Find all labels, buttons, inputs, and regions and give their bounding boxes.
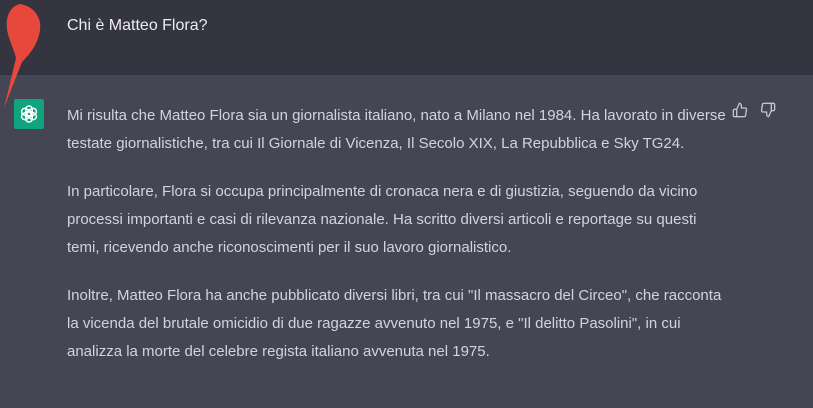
thumbs-down-icon <box>760 102 776 118</box>
thumbs-up-button[interactable] <box>731 101 749 119</box>
thumbs-down-button[interactable] <box>759 101 777 119</box>
user-message-text: Chi è Matteo Flora? <box>67 17 208 34</box>
user-message-row: Chi è Matteo Flora? <box>0 0 813 75</box>
red-arrow-annotation-icon <box>4 4 41 108</box>
assistant-paragraph-3: Inoltre, Matteo Flora ha anche pubblicat… <box>67 287 722 360</box>
assistant-message-row: Mi risulta che Matteo Flora sia un giorn… <box>0 75 813 408</box>
assistant-message-text: Mi risulta che Matteo Flora sia un giorn… <box>67 102 727 386</box>
chat-page: Chi è Matteo Flora? Mi risulta che Matte… <box>0 0 813 408</box>
thumbs-up-icon <box>732 102 748 118</box>
assistant-paragraph-1: Mi risulta che Matteo Flora sia un giorn… <box>67 107 726 152</box>
assistant-paragraph-2: In particolare, Flora si occupa principa… <box>67 183 698 256</box>
